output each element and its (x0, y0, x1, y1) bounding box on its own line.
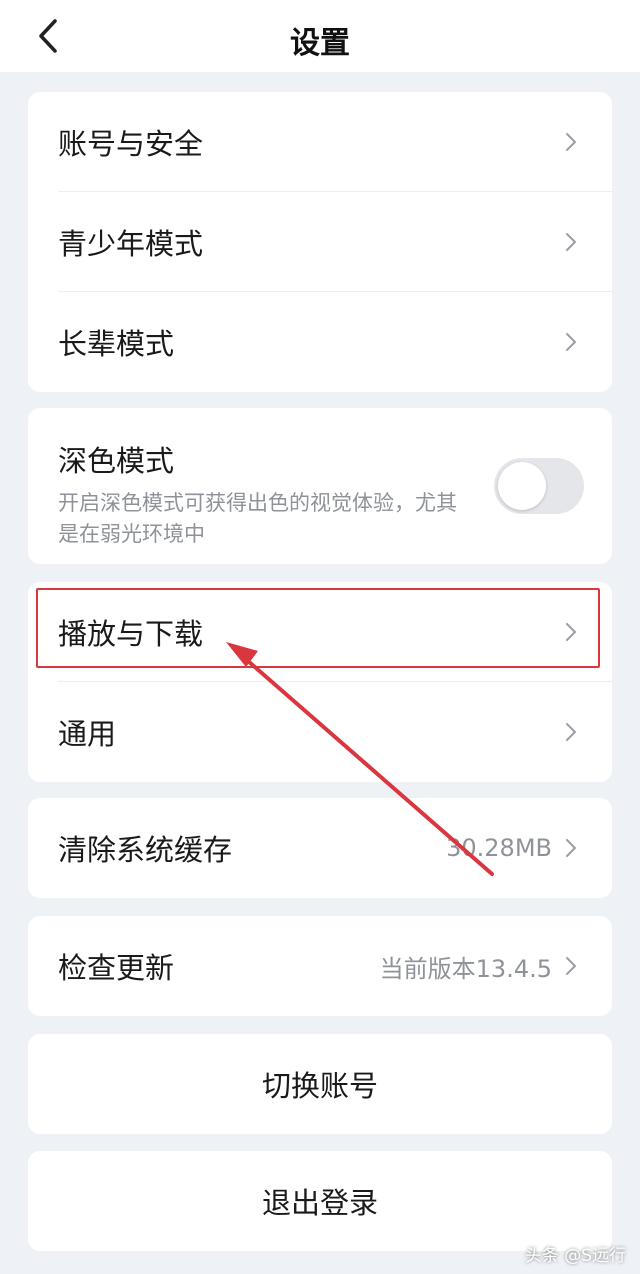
row-label: 检查更新 (58, 951, 175, 985)
row-label: 长辈模式 (58, 327, 175, 361)
chevron-right-icon (566, 133, 576, 151)
dark-mode-card: 深色模式 开启深色模式可获得出色的视觉体验，尤其是在弱光环境中 (28, 408, 612, 564)
chevron-right-icon (566, 723, 576, 741)
chevron-right-icon (566, 957, 576, 975)
dark-mode-description: 开启深色模式可获得出色的视觉体验，尤其是在弱光环境中 (58, 491, 457, 546)
logout-card: 退出登录 (28, 1151, 612, 1251)
page-title: 设置 (290, 26, 350, 61)
switch-account-card: 切换账号 (28, 1034, 612, 1134)
row-label: 清除系统缓存 (58, 833, 233, 867)
chevron-right-icon (566, 233, 576, 251)
row-elder-mode[interactable]: 长辈模式 (28, 292, 612, 392)
row-label: 账号与安全 (58, 127, 204, 161)
dark-mode-row: 深色模式 开启深色模式可获得出色的视觉体验，尤其是在弱光环境中 (28, 408, 612, 564)
settings-screen: 设置 账号与安全 青少年模式 长辈模式 深色模式 开启深色模式可获得出色的视觉体… (0, 0, 640, 1274)
row-account-security[interactable]: 账号与安全 (28, 92, 612, 192)
dark-mode-toggle[interactable] (494, 458, 584, 514)
update-card: 检查更新 当前版本13.4.5 (28, 916, 612, 1016)
account-settings-card: 账号与安全 青少年模式 长辈模式 (28, 92, 612, 392)
row-clear-cache[interactable]: 清除系统缓存 30.28MB (28, 798, 612, 898)
chevron-right-icon (566, 333, 576, 351)
header-bar: 设置 (0, 0, 640, 72)
cache-size-value: 30.28MB (446, 834, 552, 862)
watermark: 头条 @S远行 (524, 1246, 626, 1266)
annotation-highlight-box (36, 588, 600, 668)
cache-card: 清除系统缓存 30.28MB (28, 798, 612, 898)
logout-button[interactable]: 退出登录 (28, 1151, 612, 1251)
row-label: 青少年模式 (58, 227, 204, 261)
chevron-right-icon (566, 839, 576, 857)
row-check-update[interactable]: 检查更新 当前版本13.4.5 (28, 916, 612, 1016)
row-general[interactable]: 通用 (28, 682, 612, 782)
toggle-knob (498, 462, 546, 510)
switch-account-button[interactable]: 切换账号 (28, 1034, 612, 1134)
version-value: 当前版本13.4.5 (379, 954, 552, 983)
row-label: 通用 (58, 717, 117, 751)
row-teen-mode[interactable]: 青少年模式 (28, 192, 612, 292)
